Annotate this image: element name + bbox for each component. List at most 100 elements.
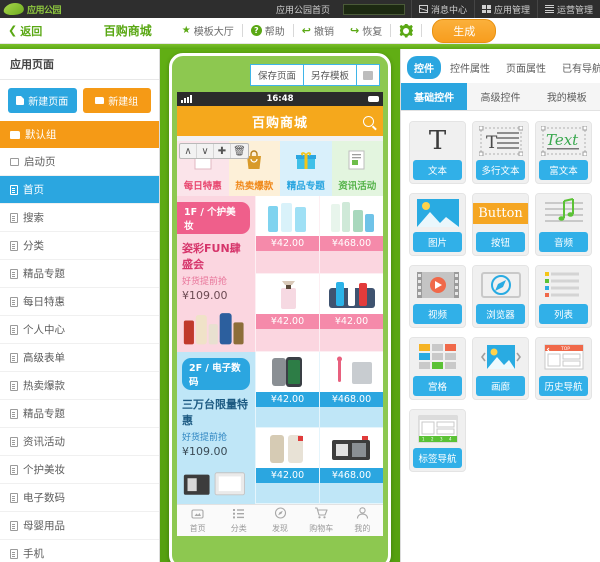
new-group-button[interactable]: 新建组	[82, 88, 151, 113]
sidebar-item-daily-deal[interactable]: 每日特惠	[0, 288, 159, 316]
toolbar-center-group: 百购商城 ★ 模板大厅 ? 帮助 ↩ 撤销 ↪ 恢复 生成	[0, 18, 600, 43]
widget-video[interactable]: 视频	[409, 265, 466, 328]
sidebar-item-digital[interactable]: 电子数码	[0, 484, 159, 512]
sidebar-item-hot-sale[interactable]: 热卖爆款	[0, 372, 159, 400]
product-cell[interactable]: ¥42.00	[255, 428, 319, 504]
sidebar-item-home[interactable]: 首页	[0, 176, 159, 204]
sidebar-item-baby[interactable]: 母婴用品	[0, 512, 159, 540]
floor-2-products: ¥42.00 ¥468.00 ¥42.00 ¥468.00	[255, 352, 383, 504]
sidebar-item-beauty[interactable]: 个护美妆	[0, 456, 159, 484]
subtab-my-templates[interactable]: 我的模板	[533, 83, 600, 110]
sidebar-item-category[interactable]: 分类	[0, 232, 159, 260]
quick-nav-news-activity[interactable]: 资讯活动	[331, 141, 384, 196]
widget-text[interactable]: T 文本	[409, 121, 466, 184]
widget-browser[interactable]: 浏览器	[472, 265, 529, 328]
topbar-item-messages[interactable]: 消息中心	[410, 0, 474, 18]
widget-tab-nav[interactable]: 1234 标签导航	[409, 409, 466, 472]
sidebar-item-search[interactable]: 搜索	[0, 204, 159, 232]
product-cell[interactable]: ¥42.00	[255, 274, 319, 352]
help-button[interactable]: ? 帮助	[243, 23, 293, 38]
page-icon	[10, 380, 18, 391]
sidebar-item-label: 每日特惠	[23, 296, 65, 308]
widget-history-nav[interactable]: TOP 历史导航	[535, 337, 592, 400]
trash-icon[interactable]: 🗑	[231, 144, 248, 158]
add-icon[interactable]: ✚	[214, 144, 231, 158]
sidebar-item-splash[interactable]: 启动页	[0, 148, 159, 176]
sidebar-item-profile[interactable]: 个人中心	[0, 316, 159, 344]
site-logo[interactable]: 应用公园	[0, 0, 70, 18]
new-group-label: 新建组	[108, 97, 139, 108]
sidebar-item-news-activity[interactable]: 资讯活动	[0, 428, 159, 456]
product-cell[interactable]: ¥42.00	[319, 274, 383, 352]
sidebar-item-premium-topic[interactable]: 精品专题	[0, 260, 159, 288]
tabbar-item-home[interactable]: 首页	[177, 505, 218, 536]
widget-image[interactable]: 图片	[409, 193, 466, 256]
product-image	[320, 428, 383, 468]
sidebar-item-phone[interactable]: 手机	[0, 540, 159, 562]
gear-icon[interactable]	[399, 24, 413, 38]
topbar-messages-label: 消息中心	[430, 5, 467, 16]
topbar-item-app-manage[interactable]: 应用管理	[473, 0, 537, 18]
tabbar-item-category[interactable]: 分类	[218, 505, 259, 536]
page-icon	[10, 324, 18, 335]
product-cell[interactable]: ¥42.00	[255, 352, 319, 428]
tab-page-properties[interactable]: 页面属性	[499, 56, 553, 79]
widget-rich-text[interactable]: Text 富文本	[535, 121, 592, 184]
page-title: 百购商城	[103, 24, 152, 38]
new-page-button[interactable]: 新建页面	[8, 88, 77, 113]
sidebar-item-premium-topic-2[interactable]: 精品专题	[0, 400, 159, 428]
template-hall-button[interactable]: ★ 模板大厅	[174, 23, 242, 38]
page-icon	[10, 408, 18, 419]
topbar-item-ops-manage[interactable]: 运营管理	[536, 0, 600, 18]
move-up-icon[interactable]: ∧	[180, 144, 197, 158]
save-page-button[interactable]: 保存页面	[249, 64, 304, 86]
tabbar-item-cart[interactable]: 购物车	[301, 505, 342, 536]
help-label: 帮助	[264, 27, 285, 38]
topbar-item-home[interactable]: 应用公园首页	[269, 0, 337, 18]
tab-widget-properties[interactable]: 控件属性	[443, 56, 497, 79]
widget-button[interactable]: Button 按钮	[472, 193, 529, 256]
tabbar-label: 发现	[272, 524, 288, 533]
product-cell[interactable]: ¥468.00	[319, 428, 383, 504]
image-icon	[10, 157, 19, 166]
redo-button[interactable]: ↪ 恢复	[342, 23, 390, 38]
sidebar-group-label: 默认组	[25, 129, 57, 141]
widget-label: 视频	[413, 304, 462, 324]
quick-nav-premium-topic[interactable]: 精品专题	[280, 141, 332, 196]
generate-button[interactable]: 生成	[432, 18, 497, 43]
save-template-button[interactable]: 另存模板	[302, 64, 357, 86]
magnifier-icon[interactable]	[363, 115, 374, 127]
subtab-advanced-widgets[interactable]: 高级控件	[467, 83, 534, 110]
widget-gallery[interactable]: 画廊	[472, 337, 529, 400]
product-cell[interactable]: ¥468.00	[319, 196, 383, 274]
sidebar-item-advanced-form[interactable]: 高级表单	[0, 344, 159, 372]
video-icon	[410, 266, 465, 304]
product-cell[interactable]: ¥468.00	[319, 352, 383, 428]
tabbar-item-discover[interactable]: 发现	[259, 505, 300, 536]
widget-grid-layout[interactable]: 宫格	[409, 337, 466, 400]
topbar-search-input[interactable]	[342, 3, 405, 15]
sidebar-group-default[interactable]: 默认组	[0, 121, 159, 148]
move-down-icon[interactable]: ∨	[197, 144, 214, 158]
tab-existing-nav[interactable]: 已有导航	[555, 56, 600, 79]
sidebar-item-label: 精品专题	[23, 268, 65, 280]
product-image	[320, 196, 383, 236]
svg-text:TOP: TOP	[560, 346, 570, 352]
list-icon	[232, 508, 245, 521]
widget-audio[interactable]: 音频	[535, 193, 592, 256]
product-cell[interactable]: ¥42.00	[255, 196, 319, 274]
tab-widgets[interactable]: 控件	[407, 56, 441, 79]
topbar-nav: 应用公园首页 消息中心 应用管理 运营管理	[269, 0, 600, 18]
news-art-icon	[332, 141, 384, 178]
preview-icon	[363, 70, 373, 80]
preview-button[interactable]	[356, 64, 380, 86]
tabbar-item-profile[interactable]: 我的	[342, 505, 383, 536]
tabbar-label: 分类	[230, 523, 247, 533]
undo-button[interactable]: ↩ 撤销	[294, 23, 342, 38]
widget-list[interactable]: 列表	[535, 265, 592, 328]
widget-multiline-text[interactable]: T 多行文本	[472, 121, 529, 184]
widget-label: 列表	[539, 304, 588, 324]
folder-open-icon	[10, 130, 20, 139]
floor-1-products: ¥42.00 ¥468.00 ¥42.00 ¥42.00	[255, 196, 383, 352]
subtab-basic-widgets[interactable]: 基础控件	[401, 83, 468, 110]
